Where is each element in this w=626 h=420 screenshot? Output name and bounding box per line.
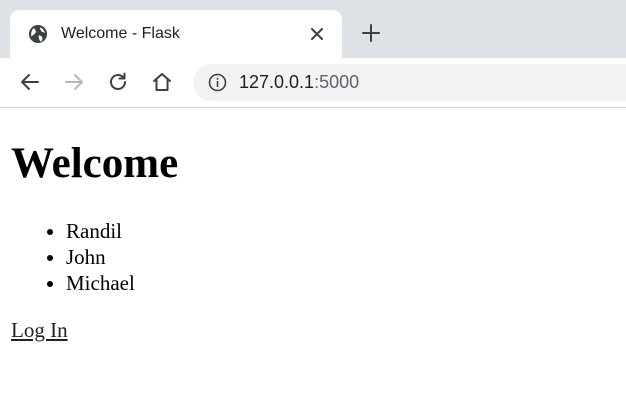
close-icon[interactable] — [307, 24, 327, 44]
list-item: Randil — [66, 218, 135, 244]
url-port: :5000 — [314, 72, 360, 92]
login-link[interactable]: Log In — [11, 317, 68, 343]
forward-arrow-icon[interactable] — [62, 70, 86, 94]
tab-strip: Welcome - Flask — [0, 0, 626, 58]
name-list: Randil John Michael — [0, 218, 135, 296]
browser-toolbar: 127.0.0.1:5000 — [0, 58, 626, 108]
address-bar[interactable]: 127.0.0.1:5000 — [193, 64, 626, 101]
tab-title: Welcome - Flask — [61, 25, 180, 42]
info-icon[interactable] — [208, 73, 227, 92]
url-host: 127.0.0.1 — [239, 72, 315, 92]
page-title: Welcome — [11, 140, 179, 187]
reload-icon[interactable] — [106, 70, 130, 94]
tab-welcome[interactable]: Welcome - Flask — [10, 10, 342, 58]
list-item: Michael — [66, 270, 135, 296]
globe-icon — [28, 24, 48, 44]
home-icon[interactable] — [150, 70, 174, 94]
back-arrow-icon[interactable] — [18, 70, 42, 94]
plus-icon[interactable] — [360, 22, 382, 44]
page-content: Welcome Randil John Michael Log In — [0, 108, 626, 420]
list-item: John — [66, 244, 135, 270]
url-text: 127.0.0.1:5000 — [239, 72, 359, 93]
browser-window: Welcome - Flask 127.0.0.1:5000 Welcome •… — [0, 0, 626, 420]
